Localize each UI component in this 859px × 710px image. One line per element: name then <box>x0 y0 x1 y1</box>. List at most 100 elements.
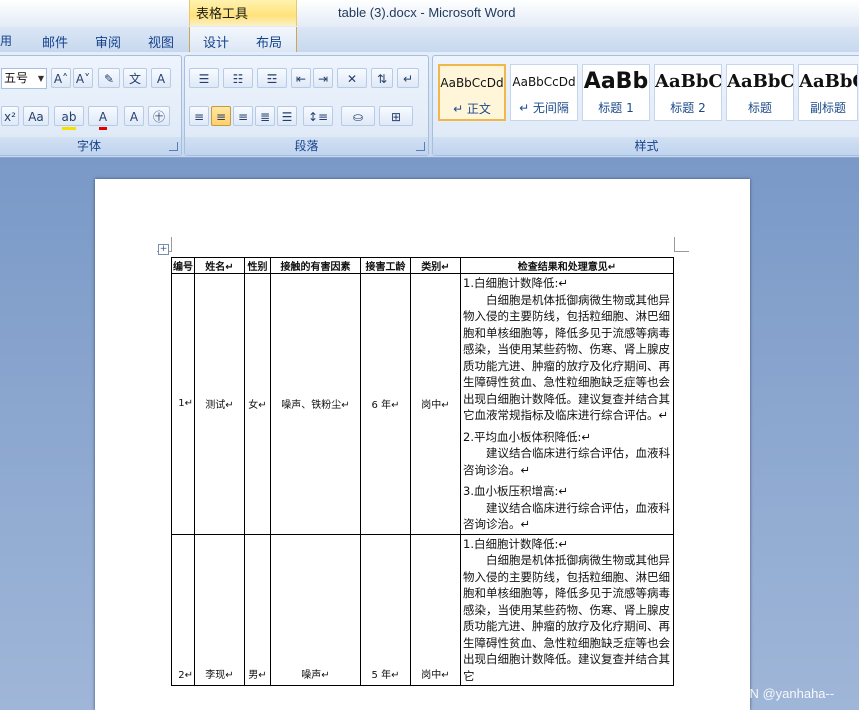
paragraph-dialog-launcher-icon[interactable] <box>416 142 425 151</box>
multilevel-list-button[interactable]: ☲ <box>257 68 287 88</box>
align-right-icon: ≡ <box>237 110 249 124</box>
enclose-char-icon: ㊉ <box>152 110 165 124</box>
borders-button[interactable]: ⊞ <box>379 106 413 126</box>
style-no-spacing[interactable]: AaBbCcDd ↵ 无间隔 <box>510 64 578 121</box>
finding-body: 白细胞是机体抵御病微生物或其他异物入侵的主要防线，包括粒细胞、淋巴细胞和单核细胞… <box>463 553 670 683</box>
justify-button[interactable]: ≣ <box>255 106 275 126</box>
chevron-down-icon: ▼ <box>37 74 44 83</box>
ribbon-tab-bar <box>0 27 859 52</box>
header-cell[interactable]: 检查结果和处理意见↵ <box>460 257 674 274</box>
grow-font-button[interactable]: A˄ <box>51 68 71 88</box>
pilcrow-icon: ↵ <box>402 72 414 86</box>
header-cell[interactable]: 性别 <box>244 257 271 274</box>
gender-cell[interactable]: 男↵ <box>244 533 271 686</box>
bullets-button[interactable]: ☰ <box>189 68 219 88</box>
years-cell[interactable]: 5 年↵ <box>360 533 411 686</box>
font-dialog-launcher-icon[interactable] <box>169 142 178 151</box>
hazard-cell[interactable]: 噪声↵ <box>270 533 361 686</box>
result-cell[interactable]: 1.白细胞计数降低:↵ 白细胞是机体抵御病微生物或其他异物入侵的主要防线，包括粒… <box>460 273 674 535</box>
chinese-layout-button[interactable]: ✕ <box>337 68 367 88</box>
tab-design[interactable]: 设计 <box>203 32 229 51</box>
numbering-button[interactable]: ☷ <box>223 68 253 88</box>
char-shading-button[interactable]: A <box>124 106 144 126</box>
result-cell[interactable]: 1.白细胞计数降低:↵ 白细胞是机体抵御病微生物或其他异物入侵的主要防线，包括粒… <box>460 533 674 686</box>
char-border-button[interactable]: A <box>151 68 171 88</box>
align-center-button[interactable]: ≡ <box>211 106 231 126</box>
finding-title: 1.白细胞计数降低:↵ <box>463 536 568 551</box>
document-table[interactable]: 编号 姓名↵ 性别 接触的有害因素 接害工龄 类别↵ 检查结果和处理意见↵ 1↵… <box>171 257 674 686</box>
style-normal[interactable]: AaBbCcDd ↵ 正文 <box>438 64 506 121</box>
sort-icon: ⇅ <box>376 72 388 86</box>
font-size-value: 五号 <box>4 71 29 85</box>
tab-view[interactable]: 视图 <box>148 32 174 51</box>
id-cell[interactable]: 1↵ <box>171 273 195 535</box>
highlight-button[interactable]: ab <box>54 106 84 130</box>
sort-button[interactable]: ⇅ <box>371 68 393 88</box>
hazard-cell[interactable]: 噪声、铁粉尘↵ <box>270 273 361 535</box>
increase-indent-button[interactable]: ⇥ <box>313 68 333 88</box>
shrink-font-button[interactable]: A˅ <box>73 68 93 88</box>
context-tab-label: 表格工具 <box>196 7 249 22</box>
superscript-icon: x² <box>4 110 16 124</box>
table-move-handle-icon[interactable]: + <box>158 244 169 255</box>
id-cell[interactable]: 2↵ <box>171 533 195 686</box>
style-title[interactable]: AaBbC 标题 <box>726 64 794 121</box>
line-spacing-icon: ↕≡ <box>307 110 329 124</box>
margin-corner-mark <box>674 237 689 252</box>
distribute-icon: ☰ <box>281 110 293 124</box>
years-cell[interactable]: 6 年↵ <box>360 273 411 535</box>
header-cell[interactable]: 编号 <box>171 257 195 274</box>
enclose-char-button[interactable]: ㊉ <box>148 106 170 126</box>
change-case-button[interactable]: Aa <box>23 106 49 126</box>
name-cell[interactable]: 测试↵ <box>194 273 245 535</box>
finding-title: 2.平均血小板体积降低:↵ <box>463 429 591 444</box>
style-name: 标题 2 <box>670 101 706 115</box>
decrease-indent-icon: ⇤ <box>295 72 307 86</box>
style-heading-1[interactable]: AaBb 标题 1 <box>582 64 650 121</box>
name-cell[interactable]: 李现↵ <box>194 533 245 686</box>
watermark: CSDN @yanhaha-- <box>722 686 835 701</box>
tab-layout[interactable]: 布局 <box>256 32 282 51</box>
style-name: 标题 1 <box>598 101 634 115</box>
finding-body: 建议结合临床进行综合评估，血液科咨询诊治。↵ <box>463 446 670 477</box>
font-group: 五号 ▼ A˄ A˅ ✎ 文 A x² Aa ab A A ㊉ 字体 <box>0 55 182 156</box>
font-group-label: 字体 <box>0 137 181 155</box>
category-cell[interactable]: 岗中↵ <box>410 273 461 535</box>
align-left-button[interactable]: ≡ <box>189 106 209 126</box>
gender-cell[interactable]: 女↵ <box>244 273 271 535</box>
style-sample: AaBb <box>583 69 649 94</box>
distribute-button[interactable]: ☰ <box>277 106 297 126</box>
phonetic-guide-button[interactable]: 文 <box>123 68 147 88</box>
bullet-list-icon: ☰ <box>198 72 210 86</box>
header-cell[interactable]: 类别↵ <box>410 257 461 274</box>
justify-icon: ≣ <box>259 110 271 124</box>
tab-review[interactable]: 审阅 <box>95 32 121 51</box>
shading-button[interactable]: ⛀ <box>341 106 375 126</box>
finding-body: 白细胞是机体抵御病微生物或其他异物入侵的主要防线，包括粒细胞、淋巴细胞和单核细胞… <box>463 292 670 423</box>
table-row: 2↵ 李现↵ 男↵ 噪声↵ 5 年↵ 岗中↵ 1.白细胞计数降低:↵ 白细胞是机… <box>171 533 674 686</box>
line-spacing-button[interactable]: ↕≡ <box>303 106 333 126</box>
font-size-combo[interactable]: 五号 ▼ <box>1 68 47 89</box>
tab-mailings[interactable]: 邮件 <box>42 32 68 51</box>
style-heading-2[interactable]: AaBbC 标题 2 <box>654 64 722 121</box>
table-row: 1↵ 测试↵ 女↵ 噪声、铁粉尘↵ 6 年↵ 岗中↵ 1.白细胞计数降低:↵ 白… <box>171 273 674 535</box>
decrease-indent-button[interactable]: ⇤ <box>291 68 311 88</box>
clear-format-button[interactable]: ✎ <box>98 68 120 88</box>
window-title: table (3).docx - Microsoft Word <box>338 5 516 20</box>
finding-title: 1.白细胞计数降低:↵ <box>463 276 568 290</box>
header-cell[interactable]: 姓名↵ <box>194 257 245 274</box>
style-sample: AaBbCcDd <box>440 76 504 90</box>
tab-references[interactable]: 用 <box>0 32 12 49</box>
font-color-button[interactable]: A <box>88 106 118 130</box>
show-marks-button[interactable]: ↵ <box>397 68 419 88</box>
superscript-button[interactable]: x² <box>1 106 19 126</box>
align-right-button[interactable]: ≡ <box>233 106 253 126</box>
style-sample: AaBbCcDd <box>512 75 576 89</box>
char-border-icon: A <box>156 72 166 86</box>
category-cell[interactable]: 岗中↵ <box>410 533 461 686</box>
style-subtitle[interactable]: AaBbC 副标题 <box>798 64 858 121</box>
header-cell[interactable]: 接害工龄 <box>360 257 411 274</box>
header-cell[interactable]: 接触的有害因素 <box>270 257 361 274</box>
grow-font-icon: A˄ <box>53 72 69 86</box>
